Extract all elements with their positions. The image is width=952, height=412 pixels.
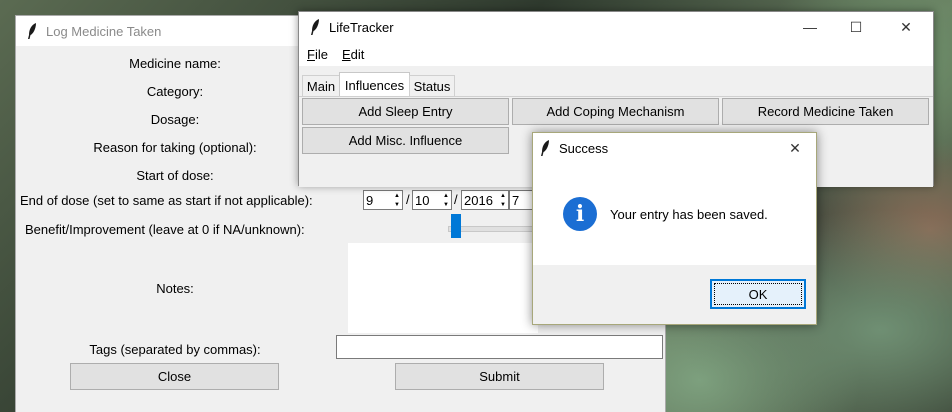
dialog-message: Your entry has been saved. [610,207,768,222]
info-icon: i [563,197,597,231]
tab-main[interactable]: Main [302,75,340,96]
medicine-name-label: Medicine name: [129,56,221,71]
feather-icon [311,19,319,35]
close-icon[interactable]: ✕ [773,133,817,163]
date-separator: / [406,192,410,207]
dialog-body: i Your entry has been saved. [533,163,816,265]
add-sleep-entry-button[interactable]: Add Sleep Entry [302,98,509,125]
start-of-dose-label: Start of dose: [136,168,214,183]
end-year-spinbox[interactable]: 2016 ▲ ▼ [461,190,509,210]
menu-file[interactable]: File [307,47,328,62]
end-month-spinbox[interactable]: 9 ▲ ▼ [363,190,403,210]
benefit-label: Benefit/Improvement (leave at 0 if NA/un… [25,222,305,237]
spin-arrows-icon[interactable]: ▲ ▼ [441,191,451,209]
benefit-slider-thumb[interactable] [451,214,461,238]
close-icon[interactable]: ✕ [883,12,929,42]
feather-icon [28,23,36,39]
ok-button[interactable]: OK [710,279,806,309]
success-titlebar[interactable]: Success ✕ [533,133,816,163]
feather-icon [541,140,549,156]
notes-textarea[interactable] [348,243,538,333]
end-of-dose-label: End of dose (set to same as start if not… [20,193,313,208]
lifetracker-titlebar[interactable]: LifeTracker — ☐ ✕ [299,12,933,42]
minimize-icon[interactable]: — [787,12,833,42]
add-misc-influence-button[interactable]: Add Misc. Influence [302,127,509,154]
window-title: Log Medicine Taken [46,23,162,39]
reason-label: Reason for taking (optional): [93,140,257,155]
date-separator: / [454,192,458,207]
spin-arrows-icon[interactable]: ▲ ▼ [392,191,402,209]
tags-label: Tags (separated by commas): [89,342,261,357]
notes-label: Notes: [156,281,194,296]
add-coping-mechanism-button[interactable]: Add Coping Mechanism [512,98,719,125]
submit-button[interactable]: Submit [395,363,604,390]
benefit-slider-track[interactable] [448,226,545,232]
dialog-title: Success [559,140,609,156]
menubar: File Edit [299,42,933,66]
maximize-icon[interactable]: ☐ [833,12,879,42]
end-day-spinbox[interactable]: 10 ▲ ▼ [412,190,452,210]
success-dialog: Success ✕ i Your entry has been saved. O… [532,132,817,325]
window-title: LifeTracker [329,19,394,35]
tab-status[interactable]: Status [409,75,455,96]
tab-influences[interactable]: Influences [339,72,410,97]
dosage-label: Dosage: [150,112,200,127]
close-button[interactable]: Close [70,363,279,390]
tags-input[interactable] [336,335,663,359]
menu-edit[interactable]: Edit [342,47,364,62]
record-medicine-taken-button[interactable]: Record Medicine Taken [722,98,929,125]
category-label: Category: [146,84,204,99]
spin-arrows-icon[interactable]: ▲ ▼ [498,191,508,209]
